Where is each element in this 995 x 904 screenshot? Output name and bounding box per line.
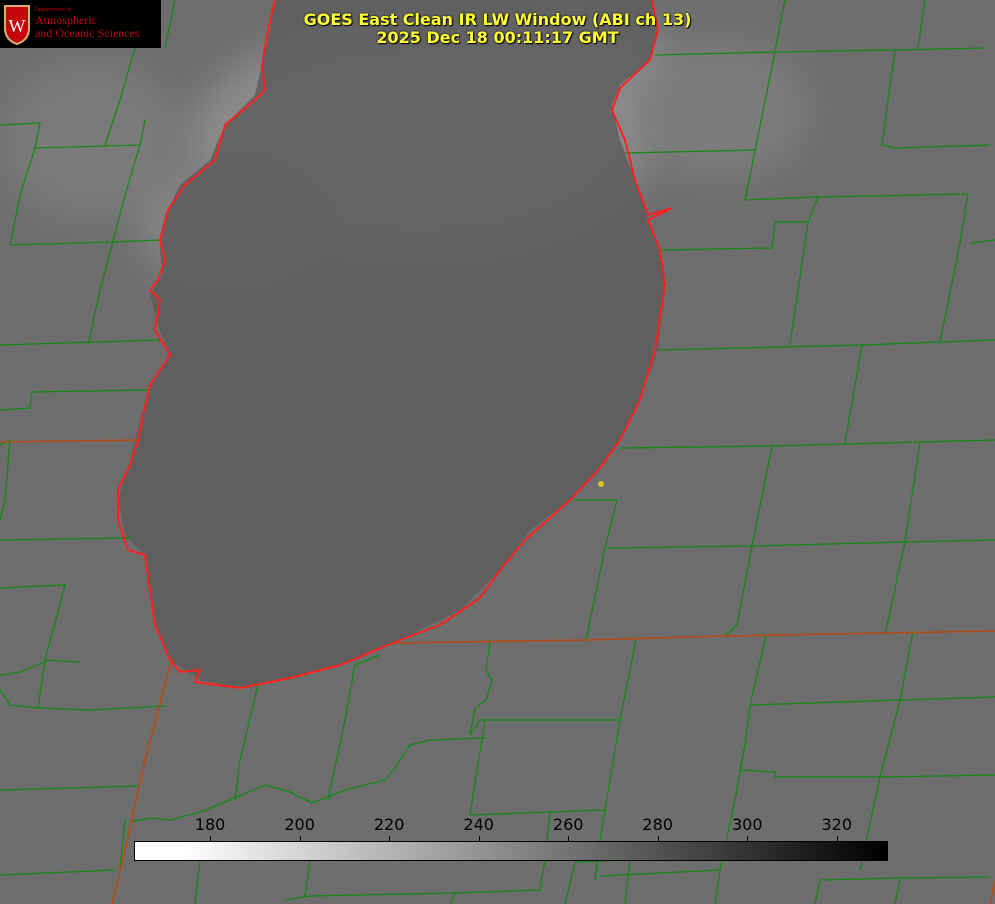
title-line2: 2025 Dec 18 00:11:17 GMT [376,28,619,47]
colorbar-tick-mark [299,836,301,842]
colorbar-tick-mark [478,836,480,842]
colorbar-tick-label: 260 [552,815,584,834]
colorbar-tick-label: 220 [373,815,405,834]
colorbar-tick-mark [210,836,212,842]
satellite-map[interactable] [0,0,995,904]
colorbar-tick-mark [389,836,391,842]
colorbar-tick-label: 300 [731,815,763,834]
colorbar-tick-label: 180 [194,815,226,834]
colorbar-tick-mark [568,836,570,842]
colorbar-tick-label: 240 [463,815,494,834]
colorbar-tick-mark [747,836,749,842]
colorbar-tick-label: 200 [284,815,315,834]
colorbar-tick-label: 280 [642,815,673,834]
station-marker [598,481,604,487]
image-title: GOES East Clean IR LW Window (ABI ch 13)… [0,11,995,47]
temperature-colorbar [134,841,888,861]
colorbar-tick-mark [836,836,838,842]
colorbar-tick-label: 320 [821,815,853,834]
title-line1: GOES East Clean IR LW Window (ABI ch 13) [303,10,692,29]
colorbar-tick-mark [657,836,659,842]
